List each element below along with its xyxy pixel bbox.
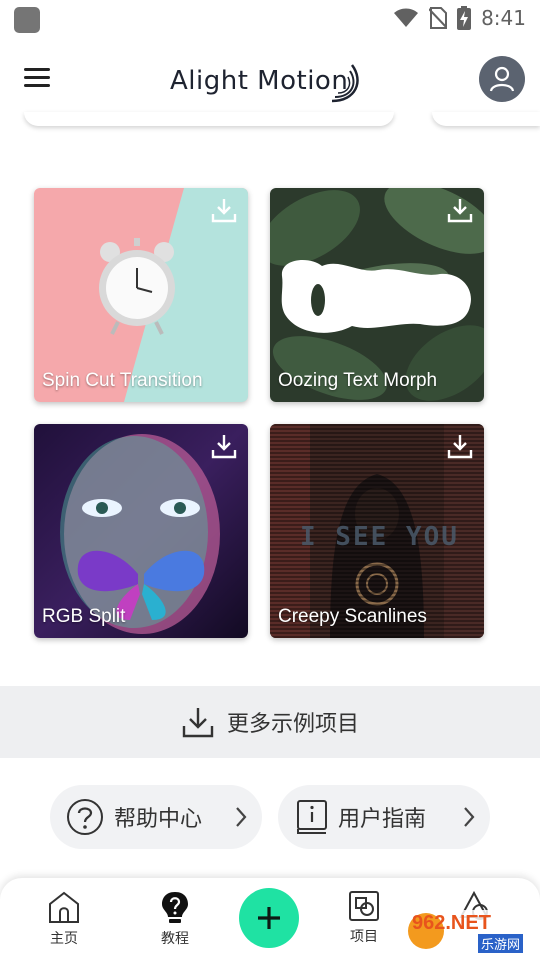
chevron-right-icon [236, 807, 247, 827]
sample-tile-oozing-text-morph[interactable]: Oozing Text Morph [270, 188, 484, 402]
download-icon[interactable] [446, 432, 474, 460]
more-examples-label: 更多示例项目 [226, 711, 359, 736]
nav-tutorials-label: 教程 [161, 930, 189, 946]
app-logo: Alight Motion [170, 58, 366, 104]
watermark-text: 962.NET [412, 912, 491, 934]
chevron-right-icon [464, 807, 475, 827]
download-icon[interactable] [210, 432, 238, 460]
sample-tile-rgb-split[interactable]: RGB Split [34, 424, 248, 638]
book-info-icon [297, 800, 327, 834]
download-icon [182, 708, 214, 738]
status-icons: 8:41 [393, 6, 526, 30]
logo-text: Alight Motion [170, 66, 349, 96]
sample-tile-spin-cut-transition[interactable]: Spin Cut Transition [34, 188, 248, 402]
sample-title: Spin Cut Transition [42, 370, 203, 391]
previous-card-edge [24, 112, 394, 126]
more-examples-button[interactable]: 更多示例项目 [0, 686, 540, 758]
projects-icon [349, 891, 379, 921]
site-watermark: 962.NET 乐游网 [404, 908, 536, 954]
home-icon [49, 891, 79, 923]
no-sim-icon [429, 7, 448, 29]
user-icon [489, 66, 515, 92]
nav-projects[interactable]: 项目 [334, 890, 394, 946]
nav-home[interactable]: 主页 [34, 890, 94, 948]
sample-tile-creepy-scanlines[interactable]: I SEE YOU Creepy Scanlines [270, 424, 484, 638]
logo-swirl-icon [332, 64, 360, 103]
status-bar: 8:41 [0, 0, 540, 36]
nav-tutorials[interactable]: 教程 [145, 890, 205, 948]
nav-home-label: 主页 [50, 930, 78, 946]
help-bulb-icon [162, 892, 188, 923]
battery-charging-icon [457, 6, 472, 30]
download-icon[interactable] [210, 196, 238, 224]
profile-avatar[interactable] [479, 56, 525, 102]
plus-icon [258, 907, 280, 929]
bottom-navigation: 主页 教程 项目 962.NET 乐游网 [0, 878, 540, 960]
help-center-button[interactable]: 帮助中心 [50, 785, 262, 849]
watermark-subtext: 乐游网 [478, 934, 524, 953]
menu-icon[interactable] [22, 66, 54, 90]
sample-title: Creepy Scanlines [278, 606, 427, 627]
sample-title: RGB Split [42, 606, 126, 627]
download-icon[interactable] [446, 196, 474, 224]
app-notification-icon [14, 7, 40, 33]
help-circle-icon [67, 799, 103, 835]
sample-overlay-text: I SEE YOU [300, 522, 459, 552]
sample-title: Oozing Text Morph [278, 370, 438, 391]
nav-projects-label: 项目 [350, 928, 378, 944]
create-project-button[interactable] [239, 888, 299, 948]
help-center-label: 帮助中心 [114, 806, 203, 831]
app-bar: Alight Motion [0, 36, 540, 122]
user-guide-button[interactable]: 用户指南 [278, 785, 490, 849]
wifi-icon [394, 8, 419, 27]
previous-card-edge [432, 112, 540, 126]
user-guide-label: 用户指南 [338, 806, 427, 831]
status-time: 8:41 [481, 6, 526, 30]
